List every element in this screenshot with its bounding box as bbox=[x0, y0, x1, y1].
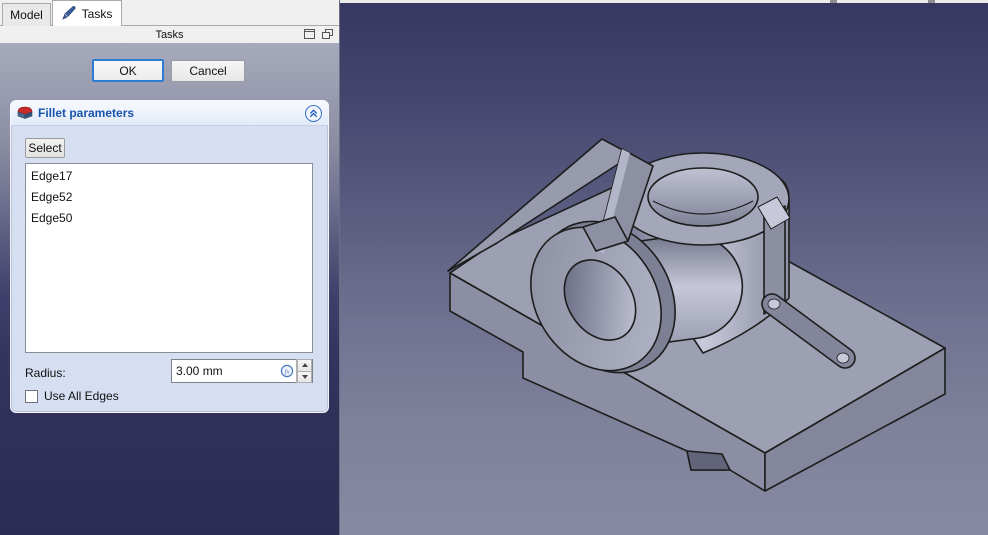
tab-tasks[interactable]: Tasks bbox=[52, 0, 122, 26]
svg-text:fx: fx bbox=[284, 368, 289, 375]
dock-window-icon[interactable] bbox=[304, 29, 315, 39]
stepper-down-icon[interactable] bbox=[297, 370, 312, 383]
radius-stepper bbox=[296, 359, 312, 383]
tab-tasks-label: Tasks bbox=[81, 6, 113, 21]
viewport-3d[interactable] bbox=[340, 0, 988, 535]
use-all-edges-checkbox[interactable] bbox=[25, 389, 38, 403]
panel-tabbar: Model Tasks bbox=[0, 0, 339, 26]
fillet-parameters-box: Fillet parameters Select Edge17 Edge52 E… bbox=[10, 100, 329, 413]
use-all-edges-row: Use All Edges bbox=[25, 389, 119, 403]
select-button[interactable]: Select bbox=[25, 138, 65, 158]
use-all-edges-label: Use All Edges bbox=[44, 389, 119, 403]
panel-title-buttons bbox=[304, 29, 333, 39]
collapse-button[interactable] bbox=[305, 105, 322, 122]
radius-label: Radius: bbox=[25, 366, 66, 380]
edge-list-item[interactable]: Edge17 bbox=[26, 166, 312, 187]
fx-circle-icon[interactable]: fx bbox=[279, 364, 294, 379]
fillet-box-icon bbox=[17, 104, 33, 123]
panel-title: Tasks bbox=[0, 26, 339, 43]
fillet-parameters-title: Fillet parameters bbox=[38, 106, 135, 120]
radius-input[interactable] bbox=[172, 360, 279, 382]
cancel-button[interactable]: Cancel bbox=[171, 60, 245, 82]
radius-spinbox: fx bbox=[171, 359, 313, 383]
tasks-panel-body: OK Cancel Fillet parameters Select Edge1… bbox=[0, 43, 339, 535]
edge-list-item[interactable]: Edge50 bbox=[26, 208, 312, 229]
fillet-parameters-header: Fillet parameters bbox=[11, 101, 328, 126]
tab-model[interactable]: Model bbox=[2, 3, 51, 26]
pen-icon bbox=[62, 5, 77, 23]
edge-list-item[interactable]: Edge52 bbox=[26, 187, 312, 208]
tab-model-label: Model bbox=[10, 8, 43, 22]
freecad-window: Model Tasks Tasks OK Cancel Fillet param… bbox=[0, 0, 988, 535]
edge-list[interactable]: Edge17 Edge52 Edge50 bbox=[25, 163, 313, 353]
float-window-icon[interactable] bbox=[322, 29, 333, 39]
stepper-up-icon[interactable] bbox=[297, 359, 312, 371]
tasks-panel: Model Tasks Tasks OK Cancel Fillet param… bbox=[0, 0, 340, 535]
cad-part-model[interactable] bbox=[340, 3, 988, 535]
ok-button[interactable]: OK bbox=[92, 59, 164, 82]
double-chevron-up-icon bbox=[309, 109, 318, 118]
